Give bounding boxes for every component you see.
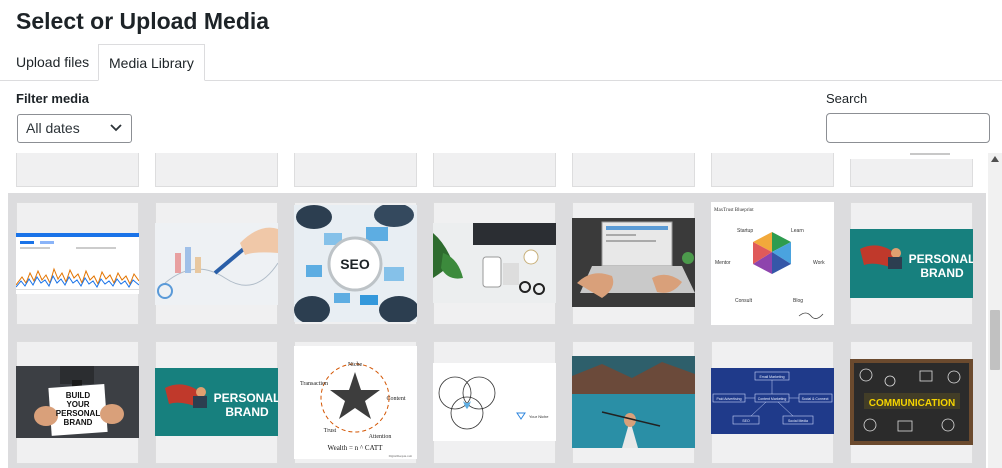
media-thumbnail: PERSONAL BRAND <box>155 368 278 436</box>
blueprint-label: Mentor <box>715 260 731 266</box>
date-filter-value: All dates <box>26 120 80 136</box>
media-tile[interactable]: PERSONAL BRAND <box>155 341 278 464</box>
media-thumbnail: BUILD YOUR PERSONAL BRAND <box>16 366 139 438</box>
media-thumbnail <box>572 218 695 307</box>
media-thumbnail: MaxTrust Blueprint Startup Learn Mentor … <box>711 202 834 325</box>
flow-box-label: Social & Connect <box>802 397 829 401</box>
media-thumbnail: PERSONAL BRAND <box>850 229 973 298</box>
star-label: Niche <box>348 362 363 368</box>
star-label: Content <box>387 396 406 402</box>
star-footer: DigitalDeepak.com <box>389 454 413 458</box>
media-thumbnail <box>433 223 556 303</box>
blueprint-label: Startup <box>737 228 753 234</box>
media-tile[interactable] <box>572 153 695 187</box>
media-tile[interactable] <box>16 153 139 187</box>
media-tile[interactable]: BUILD YOUR PERSONAL BRAND <box>16 341 139 464</box>
blueprint-title: MaxTrust Blueprint <box>714 208 754 213</box>
scroll-up-arrow-icon[interactable] <box>991 156 999 162</box>
flow-box-label: SEO <box>742 419 750 423</box>
media-tile[interactable] <box>711 153 834 187</box>
filter-media-label: Filter media <box>16 91 89 106</box>
media-tile[interactable]: Email Marketing Paid Advertising Content… <box>711 341 834 464</box>
media-thumbnail: Email Marketing Paid Advertising Content… <box>711 368 834 434</box>
blueprint-label: Blog <box>793 298 803 304</box>
media-tile[interactable] <box>572 341 695 464</box>
media-tile[interactable]: COMMUNICATION <box>850 341 973 464</box>
blueprint-label: Consult <box>735 298 753 304</box>
media-grid-scrollbar[interactable] <box>988 153 1002 468</box>
venn-caption: Your Niche <box>529 414 549 419</box>
build-brand-line: YOUR <box>66 400 89 409</box>
media-thumbnail <box>16 233 139 294</box>
chevron-down-icon <box>110 124 122 132</box>
star-label: Trust <box>324 428 337 434</box>
media-thumbnail <box>711 153 834 155</box>
search-label: Search <box>826 91 868 106</box>
media-tile[interactable] <box>155 202 278 325</box>
tab-upload-files[interactable]: Upload files <box>16 44 89 81</box>
media-thumbnail <box>155 223 278 305</box>
build-brand-line: PERSONAL <box>56 409 101 418</box>
media-tile[interactable]: Your Niche <box>433 341 556 464</box>
tab-media-library[interactable]: Media Library <box>98 44 205 81</box>
media-grid: SEO MaxTrust Blueprint Startup Learn Men… <box>8 153 986 468</box>
star-label: Attention <box>369 434 392 440</box>
media-tile[interactable] <box>433 153 556 187</box>
flow-box-label: Content Marketing <box>758 397 787 401</box>
media-tile[interactable]: SEO <box>294 202 417 325</box>
media-tile[interactable] <box>433 202 556 325</box>
media-tile[interactable] <box>155 153 278 187</box>
blueprint-label: Work <box>813 260 825 266</box>
media-thumbnail: Niche Transaction Content Trust Attentio… <box>294 346 417 459</box>
media-tile[interactable] <box>16 202 139 325</box>
build-brand-line: BUILD <box>66 391 91 400</box>
search-input[interactable] <box>826 113 990 143</box>
media-thumbnail: SEO <box>294 205 417 322</box>
brand-thumbnail-line2: BRAND <box>225 405 269 419</box>
scroll-thumb[interactable] <box>990 310 1000 370</box>
build-brand-line: BRAND <box>64 418 93 427</box>
brand-thumbnail-line1: PERSONAL <box>909 252 973 266</box>
star-formula: Wealth = n ^ CATT <box>328 444 384 452</box>
flow-box-label: Email Marketing <box>759 375 784 379</box>
flow-box-label: Paid Advertising <box>716 397 741 401</box>
media-thumbnail: Your Niche <box>433 363 556 441</box>
star-label: Transaction <box>300 381 328 387</box>
communication-thumbnail-text: COMMUNICATION <box>869 398 955 409</box>
flow-box-label: Social Media <box>788 419 808 423</box>
media-tile[interactable]: Niche Transaction Content Trust Attentio… <box>294 341 417 464</box>
modal-title: Select or Upload Media <box>16 8 270 34</box>
media-thumbnail: COMMUNICATION <box>850 359 973 445</box>
date-filter-select[interactable]: All dates <box>17 114 132 143</box>
blueprint-label: Learn <box>791 228 804 234</box>
brand-thumbnail-line2: BRAND <box>920 266 964 280</box>
seo-thumbnail-text: SEO <box>340 256 370 272</box>
media-tabs: Upload files Media Library <box>0 44 1002 81</box>
media-tile[interactable] <box>850 153 973 187</box>
media-tile[interactable] <box>572 202 695 325</box>
media-tile[interactable]: MaxTrust Blueprint Startup Learn Mentor … <box>711 202 834 325</box>
media-tile[interactable] <box>294 153 417 187</box>
brand-thumbnail-line1: PERSONAL <box>214 391 278 405</box>
media-thumbnail <box>850 153 973 159</box>
media-thumbnail <box>572 356 695 448</box>
media-tile[interactable]: PERSONAL BRAND <box>850 202 973 325</box>
